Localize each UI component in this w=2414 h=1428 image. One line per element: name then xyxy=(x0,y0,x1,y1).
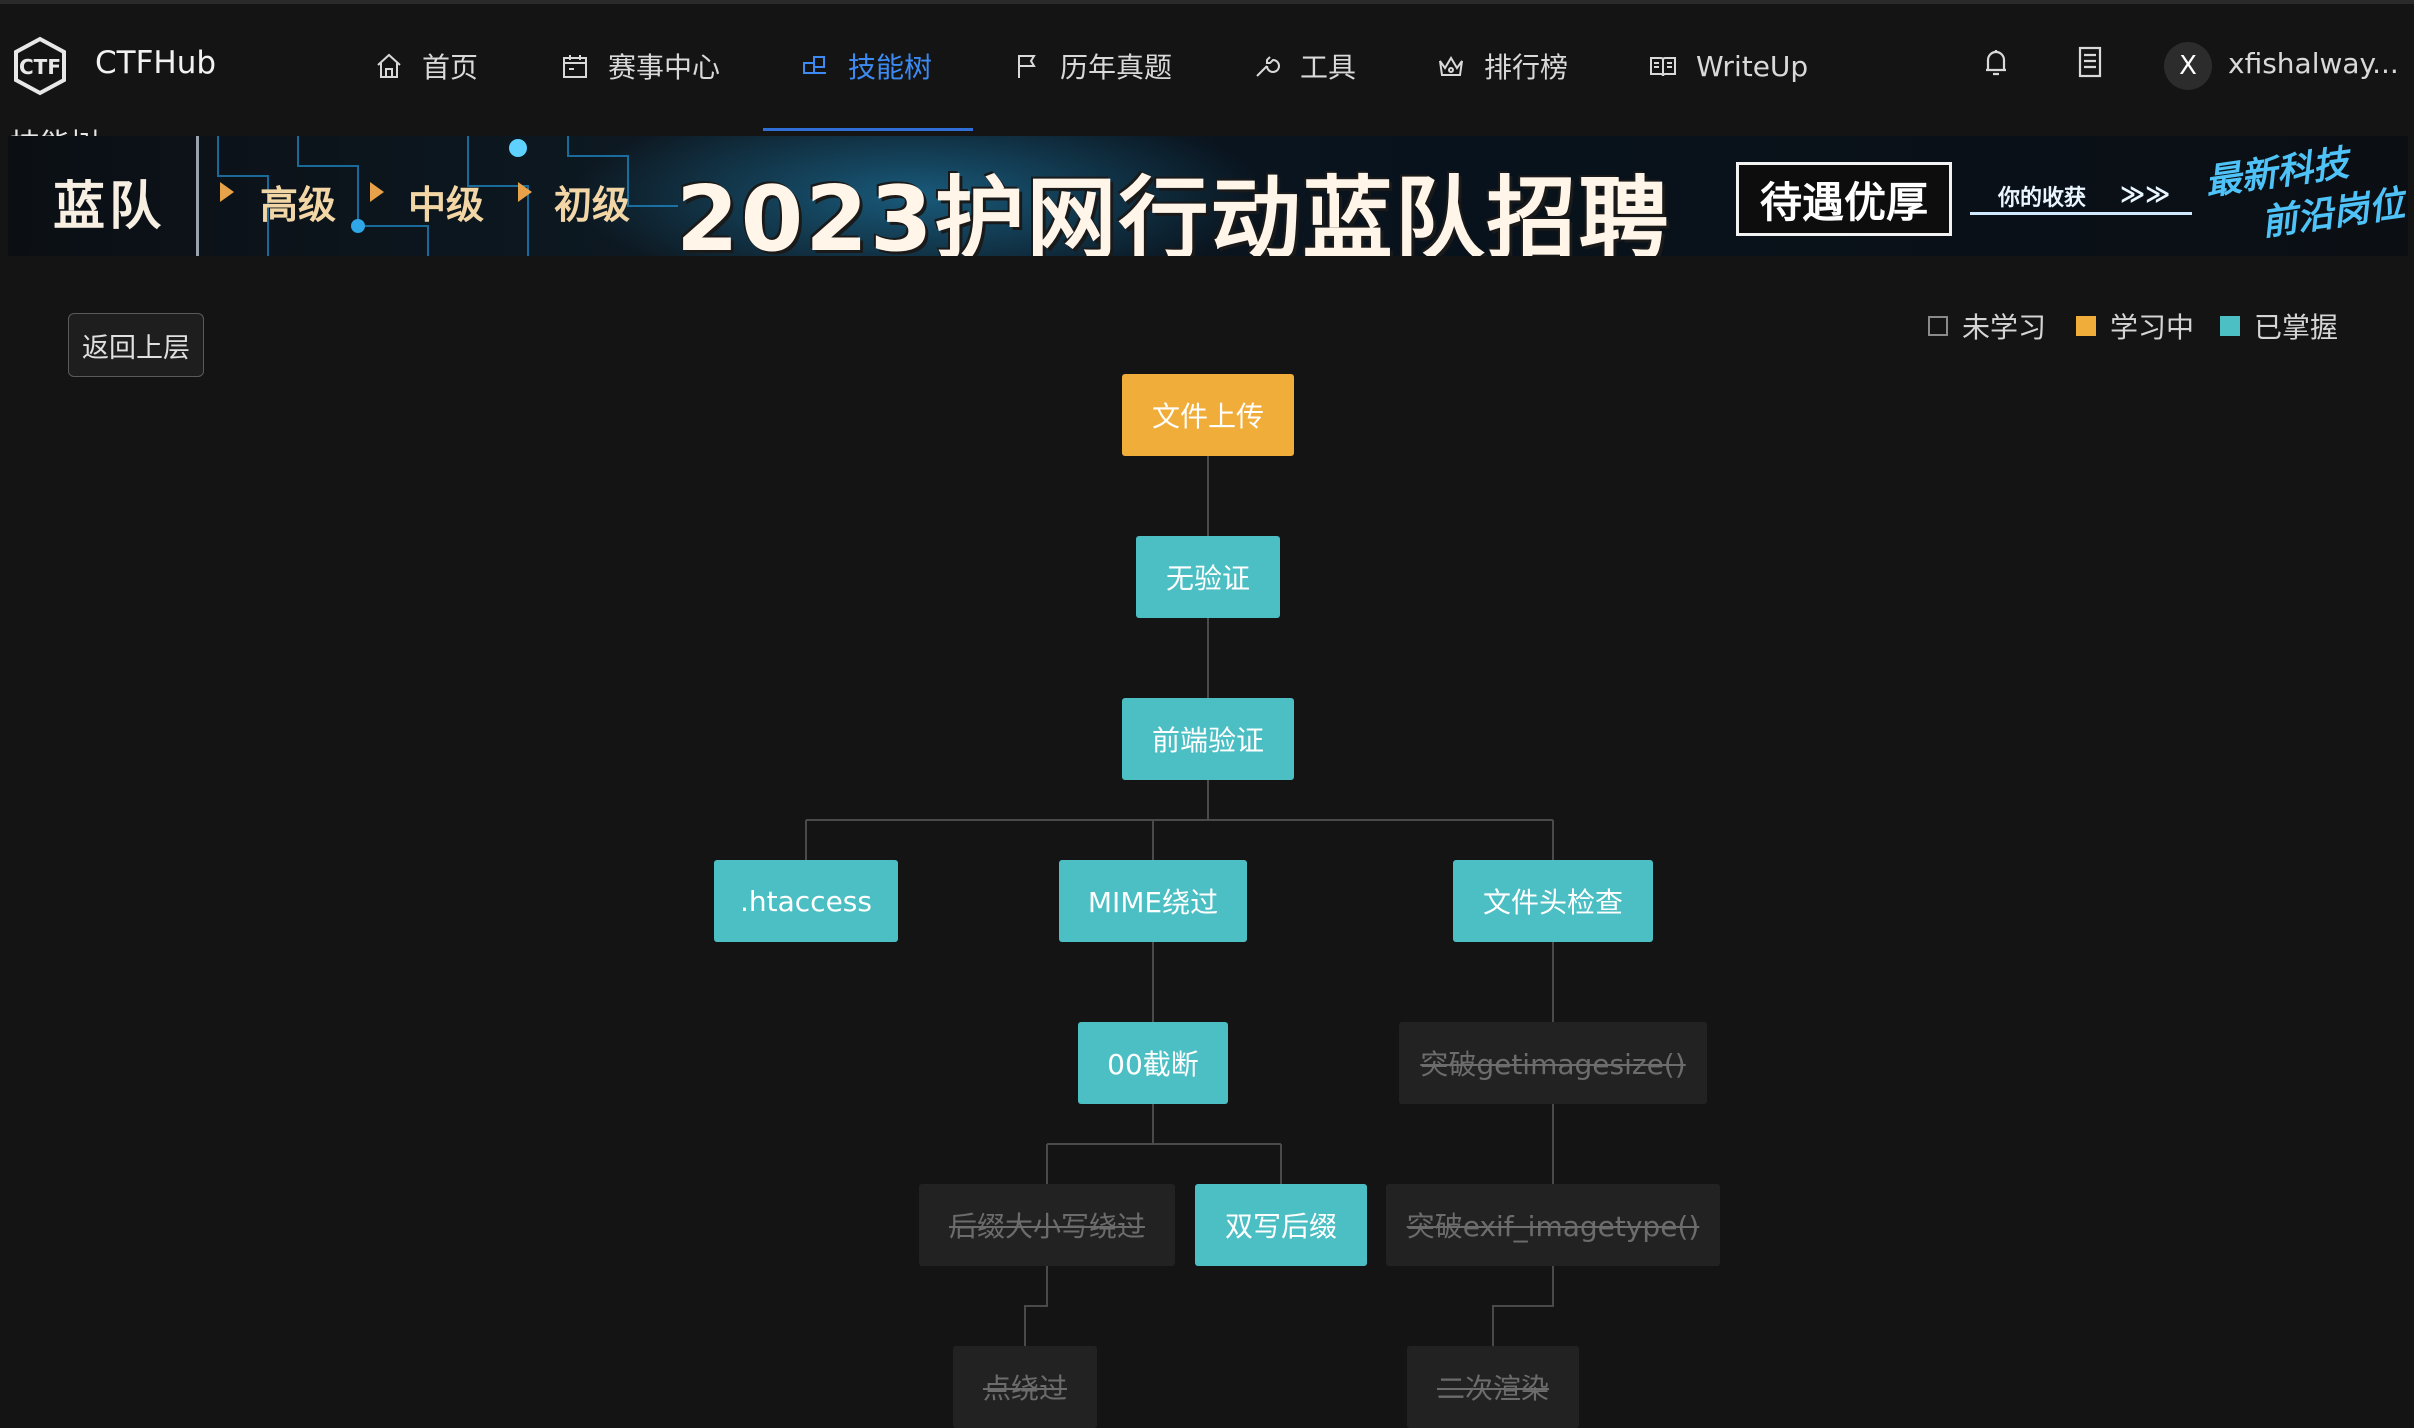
brand-name[interactable]: CTFHub xyxy=(95,45,216,81)
skill-node-getimagesize[interactable]: 突破getimagesize() xyxy=(1399,1022,1707,1104)
nav-writeup[interactable]: WriteUp xyxy=(1648,40,1808,92)
banner-underline xyxy=(1970,212,2192,215)
nav-label: 工具 xyxy=(1300,51,1357,84)
nav-label: 排行榜 xyxy=(1484,51,1569,84)
play-arrow-icon xyxy=(370,182,384,202)
top-border xyxy=(0,0,2414,4)
nav-past-problems[interactable]: 历年真题 xyxy=(1012,40,1172,92)
double-chevron-icon: ≫≫ xyxy=(2120,180,2171,208)
banner-level: 中级 xyxy=(408,183,485,227)
page-heading: 技能树 xyxy=(10,122,160,136)
user-avatar[interactable]: X xyxy=(2164,42,2212,90)
svg-text:CTF: CTF xyxy=(19,55,61,79)
nav-leaderboard[interactable]: 排行榜 xyxy=(1436,40,1568,92)
nav-home[interactable]: 首页 xyxy=(374,40,478,92)
top-navbar: CTF CTFHub 首页 赛事中心 技能树 历年真题 工具 排行榜 Write… xyxy=(0,0,2414,136)
banner-team: 蓝队 xyxy=(53,177,166,237)
skill-node-upload[interactable]: 文件上传 xyxy=(1122,374,1294,456)
username[interactable]: xfishalway... xyxy=(2228,47,2399,80)
skill-node-double[interactable]: 双写后缀 xyxy=(1195,1184,1367,1266)
banner-badge: 待遇优厚 xyxy=(1736,162,1952,236)
bell-icon[interactable] xyxy=(1978,44,2014,80)
nav-skill-tree[interactable]: 技能树 xyxy=(800,40,932,92)
skill-node-frontend[interactable]: 前端验证 xyxy=(1122,698,1294,780)
nav-label: 首页 xyxy=(422,51,479,84)
wrench-icon xyxy=(1256,56,1280,77)
skill-node-dot[interactable]: 点绕过 xyxy=(953,1346,1097,1428)
play-arrow-icon xyxy=(220,182,234,202)
play-arrow-icon xyxy=(518,182,532,202)
tree-connector xyxy=(1024,1266,1048,1346)
tree-connector xyxy=(1492,1266,1554,1346)
skill-node-mime[interactable]: MIME绕过 xyxy=(1059,860,1247,942)
recruitment-banner[interactable]: 蓝队 高级 中级 初级 2023护网行动蓝队招聘 待遇优厚 你的收获 ≫≫ 最新… xyxy=(8,136,2408,256)
skill-node-render[interactable]: 二次渲染 xyxy=(1407,1346,1579,1428)
banner-divider xyxy=(196,136,199,256)
nav-tools[interactable]: 工具 xyxy=(1252,40,1356,92)
ctfhub-logo-icon[interactable]: CTF xyxy=(10,36,70,96)
skill-node-htaccess[interactable]: .htaccess xyxy=(714,860,898,942)
nav-events[interactable]: 赛事中心 xyxy=(560,40,720,92)
nav-label: 赛事中心 xyxy=(608,51,721,84)
active-nav-indicator xyxy=(763,128,973,131)
book-icon xyxy=(1650,57,1676,77)
banner-title: 2023护网行动蓝队招聘 xyxy=(676,167,1671,256)
banner-level: 初级 xyxy=(554,183,631,227)
flag-icon xyxy=(1018,55,1036,78)
skill-tree-panel: 返回上层 未学习 学习中 已掌握 文件上传 无验证 前端验证 .htaccess MIM… xyxy=(8,256,2408,1428)
crown-icon xyxy=(1439,56,1463,76)
nav-label: WriteUp xyxy=(1696,49,1809,83)
skill-node-noverify[interactable]: 无验证 xyxy=(1136,536,1280,618)
page-heading-clipped: 技能树 xyxy=(10,122,160,136)
skill-node-case[interactable]: 后缀大小写绕过 xyxy=(919,1184,1175,1266)
skill-node-header[interactable]: 文件头检查 xyxy=(1453,860,1653,942)
banner-new-tag: 最新科技 前沿岗位 xyxy=(2202,136,2408,255)
skill-node-null[interactable]: 00截断 xyxy=(1078,1022,1228,1104)
nav-label: 技能树 xyxy=(848,51,933,84)
calendar-icon xyxy=(563,55,587,78)
banner-level: 高级 xyxy=(260,183,337,227)
skill-tree-icon xyxy=(803,56,826,74)
home-icon xyxy=(377,53,401,78)
skill-node-exif[interactable]: 突破exif_imagetype() xyxy=(1386,1184,1720,1266)
notes-icon[interactable] xyxy=(2072,44,2108,80)
nav-label: 历年真题 xyxy=(1060,51,1173,84)
banner-small-text: 你的收获 xyxy=(1998,186,2087,211)
